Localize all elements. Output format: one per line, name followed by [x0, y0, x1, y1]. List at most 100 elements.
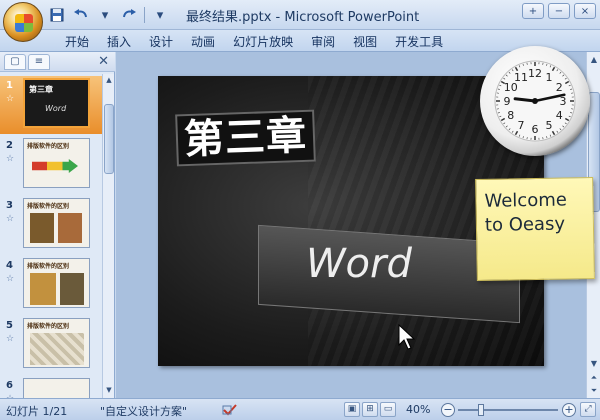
tab-home[interactable]: 开始	[56, 32, 98, 51]
thumbnail-slide-5[interactable]: 5 ☆ 排版软件的区别	[0, 316, 102, 374]
redo-icon[interactable]	[120, 6, 138, 24]
thumbnail-image: 第三章 Word	[23, 78, 90, 128]
animation-star-icon: ☆	[6, 214, 15, 224]
window-title: 最终结果.pptx - Microsoft PowerPoint	[186, 10, 420, 25]
thumbnail-image: 排版软件的区别	[23, 198, 90, 248]
pane-tabs: ▢ ≡ ✕	[0, 52, 115, 72]
slides-icon[interactable]: ▢	[4, 54, 26, 70]
office-button[interactable]	[3, 2, 43, 42]
zoom-out-button[interactable]: −	[441, 403, 455, 417]
clock-numeral: 2	[556, 81, 563, 94]
clock-numeral: 4	[556, 109, 563, 122]
thumbnail-image	[23, 378, 90, 398]
clock-numeral: 1	[546, 71, 553, 84]
clock-numeral: 11	[514, 71, 528, 84]
clock-numeral: 8	[507, 109, 514, 122]
animation-star-icon: ☆	[6, 334, 15, 344]
fit-to-window-icon[interactable]: ⤢	[580, 402, 596, 417]
outline-icon[interactable]: ≡	[28, 54, 50, 70]
clock-numeral: 5	[546, 119, 553, 132]
thumbnail-slide-3[interactable]: 3 ☆ 排版软件的区别	[0, 196, 102, 254]
undo-icon[interactable]	[72, 6, 90, 24]
tab-review[interactable]: 审阅	[302, 32, 344, 51]
slides-panel: ▢ ≡ ✕ 1 ☆ 第三章 Word 2 ☆ 排版软件的区别 3 ☆ 排版软件的…	[0, 52, 115, 398]
clock-numeral: 6	[532, 123, 539, 136]
customize-toolbar-icon[interactable]: ▾	[151, 6, 169, 24]
tab-design[interactable]: 设计	[140, 32, 182, 51]
thumbnail-number: 3	[6, 200, 13, 211]
thumbnail-slide-1[interactable]: 1 ☆ 第三章 Word	[0, 76, 102, 134]
thumbnail-photo	[60, 273, 84, 305]
thumbnail-photo	[30, 333, 84, 365]
slide-sorter-button[interactable]: ⊞	[362, 402, 378, 417]
status-bar: 幻灯片 1/21 "自定义设计方案" ▣ ⊞ ▭ 40% − + ⤢	[0, 398, 600, 420]
close-button[interactable]: ×	[574, 3, 596, 19]
thumbnail-scrollbar[interactable]: ▲ ▼	[102, 74, 114, 398]
scroll-down-icon[interactable]: ▼	[104, 386, 114, 396]
tab-animations[interactable]: 动画	[182, 32, 224, 51]
quick-access-toolbar: ▾ ▾	[48, 5, 169, 25]
thumbnail-title: 排版软件的区别	[27, 203, 70, 210]
slideshow-view-button[interactable]: ▭	[380, 402, 396, 417]
sticky-note-line-2: to Oeasy	[484, 213, 566, 237]
thumbnail-photo	[30, 213, 54, 243]
thumbnail-number: 2	[6, 140, 13, 151]
arrow-graphic	[32, 159, 78, 173]
save-icon[interactable]	[48, 6, 66, 24]
zoom-slider-handle[interactable]	[478, 404, 484, 416]
thumbnail-number: 1	[6, 80, 13, 91]
thumbnail-number: 6	[6, 380, 13, 391]
zoom-slider[interactable]	[458, 409, 558, 411]
thumbnail-number: 5	[6, 320, 13, 331]
zoom-in-button[interactable]: +	[562, 403, 576, 417]
thumbnail-number: 4	[6, 260, 13, 271]
clock-face: 12 1234567891011	[494, 60, 576, 142]
thumbnail-slide-6[interactable]: 6 ☆	[0, 376, 102, 398]
clock-numeral: 7	[518, 119, 525, 132]
close-icon[interactable]: ✕	[98, 54, 109, 69]
thumbnail-list: 1 ☆ 第三章 Word 2 ☆ 排版软件的区别 3 ☆ 排版软件的区别 4 ☆…	[0, 74, 102, 398]
animation-star-icon: ☆	[6, 274, 15, 284]
window-controls: + − ×	[522, 3, 596, 19]
thumbnail-title: 排版软件的区别	[27, 143, 70, 150]
toolbar-separator	[144, 7, 145, 23]
thumbnail-title: 第三章	[29, 85, 53, 94]
thumbnail-title: 排版软件的区别	[27, 263, 70, 270]
thumbnail-image: 排版软件的区别	[23, 258, 90, 308]
sticky-note-text[interactable]: Welcome to Oeasy	[484, 188, 567, 238]
slide-heading[interactable]: 第三章	[175, 109, 316, 167]
animation-star-icon: ☆	[6, 94, 15, 104]
tab-slideshow[interactable]: 幻灯片放映	[224, 32, 302, 51]
scroll-thumb[interactable]	[104, 104, 114, 174]
clock-gadget[interactable]: 12 1 2 3 4 5 6 7 8 9 10 11	[480, 46, 590, 156]
animation-star-icon: ☆	[6, 154, 15, 164]
tab-insert[interactable]: 插入	[98, 32, 140, 51]
previous-slide-icon[interactable]: ⏶	[588, 372, 600, 384]
thumbnail-image: 排版软件的区别	[23, 318, 90, 368]
theme-name[interactable]: "自定义设计方案"	[100, 403, 187, 419]
scroll-up-icon[interactable]: ▲	[104, 76, 114, 86]
sticky-note[interactable]: Welcome to Oeasy	[475, 176, 595, 282]
thumbnail-image: 排版软件的区别	[23, 138, 90, 188]
maximize-button[interactable]: +	[522, 3, 544, 19]
ribbon-tabs: 开始 插入 设计 动画 幻灯片放映 审阅 视图 开发工具	[56, 32, 452, 51]
thumbnail-photo	[30, 273, 56, 305]
undo-dropdown-icon[interactable]: ▾	[96, 6, 114, 24]
minimize-button[interactable]: −	[548, 3, 570, 19]
thumbnail-title: 排版软件的区别	[27, 323, 70, 330]
slide-subtitle[interactable]: Word	[306, 241, 412, 287]
sticky-note-line-1: Welcome	[484, 189, 568, 212]
thumbnail-subtitle: Word	[45, 104, 67, 113]
next-slide-icon[interactable]: ⏷	[588, 385, 600, 397]
tab-view[interactable]: 视图	[344, 32, 386, 51]
mouse-cursor-icon	[398, 324, 416, 350]
scroll-down-icon[interactable]: ▼	[588, 358, 600, 370]
tab-developer[interactable]: 开发工具	[386, 32, 452, 51]
clock-numeral: 12	[528, 67, 542, 80]
thumbnail-photo	[58, 213, 82, 243]
thumbnail-slide-4[interactable]: 4 ☆ 排版软件的区别	[0, 256, 102, 314]
spell-check-icon[interactable]	[222, 403, 238, 420]
normal-view-button[interactable]: ▣	[344, 402, 360, 417]
thumbnail-slide-2[interactable]: 2 ☆ 排版软件的区别	[0, 136, 102, 194]
zoom-level[interactable]: 40%	[406, 403, 430, 416]
